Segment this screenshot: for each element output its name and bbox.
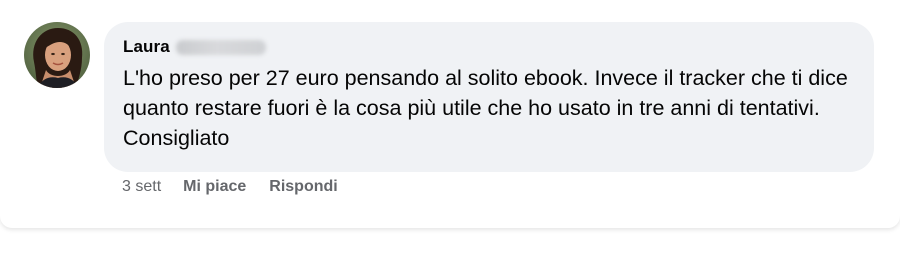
comment-timestamp[interactable]: 3 sett [122,178,161,196]
avatar[interactable] [24,22,90,88]
comment-bubble: Laura L'ho preso per 27 euro pensando al… [104,22,874,172]
comment-card: Laura L'ho preso per 27 euro pensando al… [0,0,900,228]
blurred-surname [175,39,266,55]
author-row: Laura [123,37,266,57]
reply-button[interactable]: Rispondi [269,178,337,196]
like-button[interactable]: Mi piace [183,178,246,196]
comment-actions: 3 sett Mi piace Rispondi [122,178,361,196]
avatar-photo [24,22,90,88]
author-name[interactable]: Laura [123,37,170,57]
comment-text: L'ho preso per 27 euro pensando al solit… [123,66,848,150]
